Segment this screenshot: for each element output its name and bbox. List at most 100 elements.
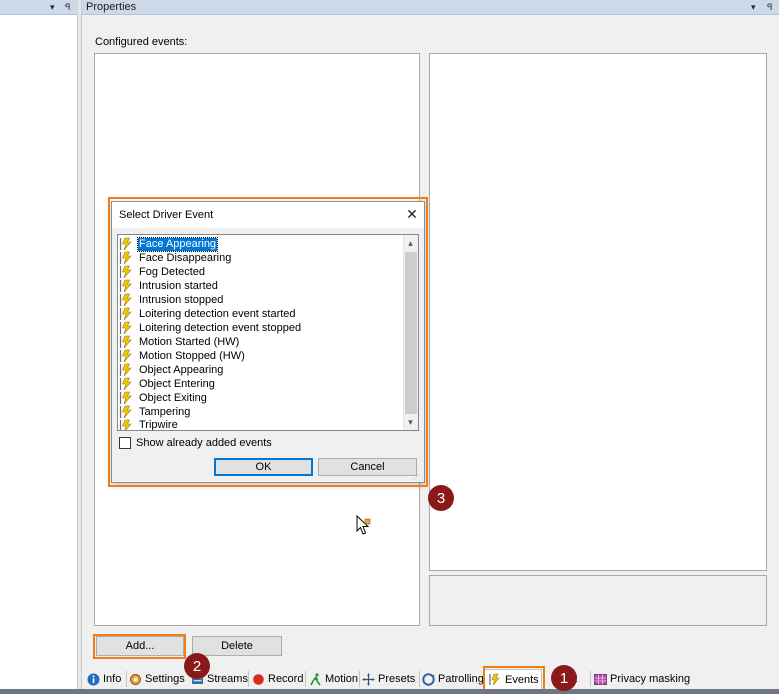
event-bolt-icon	[119, 251, 132, 265]
step-badge-2: 2	[184, 653, 210, 679]
mouse-cursor-icon	[356, 515, 371, 535]
tab-info[interactable]: Info	[87, 669, 121, 689]
list-item[interactable]: Intrusion started	[119, 279, 219, 293]
checkbox-box[interactable]	[119, 437, 131, 449]
scrollbar-thumb[interactable]	[405, 252, 417, 414]
properties-dropdown-icon[interactable]: ▾	[751, 0, 756, 15]
tab-privacy-masking[interactable]: Privacy masking	[594, 669, 690, 689]
event-label: Face Appearing	[136, 236, 219, 252]
step-badge-1: 1	[551, 665, 577, 691]
tab-motion-label: Motion	[325, 673, 359, 685]
resize-grip-icon[interactable]: ⋰	[413, 473, 423, 481]
tab-presets-label: Presets	[378, 673, 416, 685]
event-bolt-icon	[119, 363, 132, 377]
scroll-down-arrow-icon[interactable]: ▾	[403, 414, 418, 430]
event-bolt-icon	[119, 349, 132, 363]
properties-header: ▾ ꟼ	[82, 0, 779, 15]
list-item[interactable]: Object Exiting	[119, 391, 208, 405]
list-item[interactable]: Motion Stopped (HW)	[119, 349, 246, 363]
list-item[interactable]: Loitering detection event stopped	[119, 321, 302, 335]
tab-info-label: Info	[103, 673, 122, 685]
event-bolt-icon	[119, 391, 132, 405]
event-bolt-icon	[119, 377, 132, 391]
tab-separator	[359, 671, 360, 687]
left-pane-header: ▾ ꟼ	[0, 0, 78, 15]
event-bolt-icon	[119, 335, 132, 349]
tab-settings-label: Settings	[145, 673, 185, 685]
tab-separator	[419, 671, 420, 687]
tab-events-label: Events	[505, 673, 539, 686]
cancel-button[interactable]: Cancel	[318, 458, 417, 476]
left-pane-pin-icon[interactable]: ꟼ	[65, 0, 70, 15]
show-added-events-checkbox[interactable]: Show already added events	[119, 436, 272, 450]
tab-patrolling-label: Patrolling	[438, 673, 484, 685]
patrolling-icon	[422, 672, 435, 686]
tab-settings[interactable]: Settings	[129, 669, 185, 689]
list-item[interactable]: Tripwire	[119, 419, 179, 430]
event-label: Object Entering	[139, 377, 215, 390]
motion-icon	[310, 672, 321, 685]
list-item[interactable]: Object Entering	[119, 377, 216, 391]
settings-icon	[130, 673, 141, 685]
event-label: Intrusion stopped	[139, 293, 224, 306]
event-bolt-icon	[119, 237, 132, 251]
list-item[interactable]: Intrusion stopped	[119, 293, 224, 307]
event-bolt-icon	[119, 293, 132, 307]
step-badge-3: 3	[428, 485, 454, 511]
left-pane	[0, 0, 78, 689]
event-bolt-icon	[119, 419, 132, 430]
show-added-events-label: Show already added events	[136, 437, 272, 449]
event-bolt-icon	[119, 265, 132, 279]
tab-separator	[126, 671, 127, 687]
tab-motion[interactable]: Motion	[309, 669, 358, 689]
info-icon	[87, 673, 100, 685]
event-details-lower-panel	[429, 575, 767, 626]
events-icon	[489, 673, 500, 686]
event-label: Object Exiting	[139, 391, 207, 404]
list-item[interactable]: Fog Detected	[119, 265, 206, 279]
scroll-up-arrow-icon[interactable]: ▴	[403, 235, 418, 251]
ok-button[interactable]: OK	[214, 458, 313, 476]
event-label: Tampering	[139, 405, 191, 418]
event-bolt-icon	[119, 321, 132, 335]
event-details-panel	[429, 53, 767, 571]
configured-events-label: Configured events:	[95, 36, 188, 48]
properties-pin-icon[interactable]: ꟼ	[767, 0, 772, 15]
tab-privacy-masking-label: Privacy masking	[610, 673, 691, 685]
left-pane-dropdown-icon[interactable]: ▾	[50, 0, 55, 15]
event-label: Loitering detection event started	[139, 307, 296, 320]
list-item[interactable]: Motion Started (HW)	[119, 335, 240, 349]
event-label: Object Appearing	[139, 363, 224, 376]
tab-separator	[590, 671, 591, 687]
add-button[interactable]: Add...	[96, 636, 184, 656]
list-item[interactable]: Face Disappearing	[119, 251, 232, 265]
delete-button[interactable]: Delete	[192, 636, 282, 656]
event-label: Fog Detected	[139, 265, 206, 278]
privacy-masking-icon	[594, 673, 607, 685]
list-item[interactable]: Loitering detection event started	[119, 307, 297, 321]
tab-record[interactable]: Record	[252, 669, 303, 689]
event-label: Loitering detection event stopped	[139, 321, 302, 334]
list-item[interactable]: Object Appearing	[119, 363, 224, 377]
list-item[interactable]: Face Appearing	[119, 236, 219, 252]
tab-record-label: Record	[268, 673, 304, 685]
tab-separator	[305, 671, 306, 687]
tab-presets[interactable]: Presets	[362, 669, 415, 689]
event-bolt-icon	[119, 405, 132, 419]
close-icon[interactable]: ✕	[404, 205, 420, 223]
properties-title: Properties	[86, 1, 137, 13]
tab-events[interactable]: Events	[484, 669, 542, 689]
event-bolt-icon	[119, 307, 132, 321]
event-label: Intrusion started	[139, 279, 218, 292]
event-label: Motion Stopped (HW)	[139, 349, 245, 362]
list-item[interactable]: Tampering	[119, 405, 191, 419]
tab-separator	[248, 671, 249, 687]
presets-icon	[362, 673, 375, 685]
event-label: Tripwire	[139, 419, 178, 430]
dialog-title: Select Driver Event	[119, 209, 214, 221]
tab-patrolling[interactable]: Patrolling	[422, 669, 484, 689]
window-bottom-border	[0, 689, 779, 694]
tab-streams-label: Streams	[207, 673, 248, 685]
event-label: Motion Started (HW)	[139, 335, 240, 348]
record-icon	[253, 673, 264, 685]
